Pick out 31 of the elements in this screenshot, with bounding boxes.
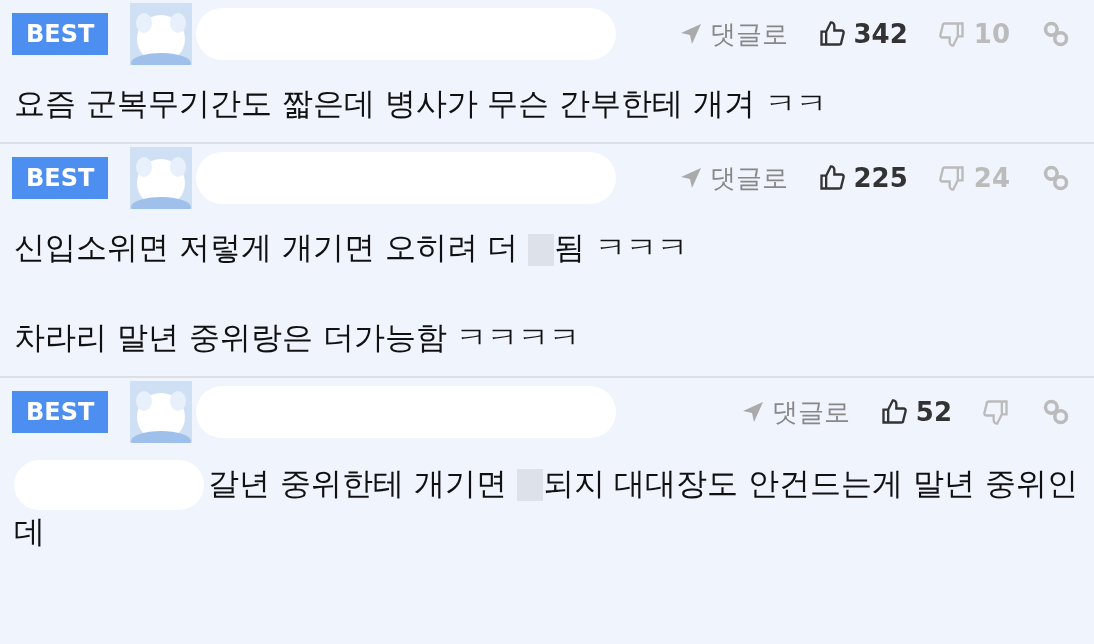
like-button[interactable]: 52 bbox=[879, 392, 952, 432]
thumbs-up-icon bbox=[817, 20, 846, 48]
like-button[interactable]: 342 bbox=[817, 14, 908, 54]
best-badge: BEST bbox=[12, 13, 109, 55]
thumbs-down-icon bbox=[982, 398, 1010, 426]
best-badge: BEST bbox=[12, 391, 109, 433]
link-button[interactable] bbox=[1042, 164, 1070, 192]
dislike-button[interactable]: 10 bbox=[937, 14, 1010, 54]
thumbs-down-icon bbox=[937, 20, 966, 48]
comment-text: 요즘 군복무기간도 짧은데 병사가 무슨 간부한테 개겨 ㅋㅋ bbox=[14, 84, 828, 123]
link-icon bbox=[1042, 164, 1070, 192]
comment-text: 차라리 말년 중위랑은 더가능함 ㅋㅋㅋㅋ bbox=[14, 318, 582, 357]
arrow-icon bbox=[679, 23, 702, 45]
best-badge: BEST bbox=[12, 157, 109, 199]
link-icon bbox=[1042, 398, 1070, 426]
link-button[interactable] bbox=[1042, 20, 1070, 48]
arrow-icon bbox=[741, 401, 764, 423]
reply-link[interactable]: 댓글로 bbox=[679, 158, 788, 198]
dislike-button[interactable] bbox=[982, 398, 1010, 426]
arrow-icon bbox=[679, 167, 702, 189]
link-icon bbox=[1042, 20, 1070, 48]
like-button[interactable]: 225 bbox=[817, 158, 908, 198]
thumbs-down-icon bbox=[937, 164, 966, 192]
link-button[interactable] bbox=[1042, 398, 1070, 426]
thumbs-up-icon bbox=[879, 398, 908, 426]
dislike-button[interactable]: 24 bbox=[937, 158, 1010, 198]
reply-link[interactable]: 댓글로 bbox=[741, 392, 850, 432]
comment-text: 신입소위면 저렇게 개기면 오히려 더 됨 ㅋㅋㅋ bbox=[14, 228, 690, 268]
comment-text: 갈년 중위한테 개기면 되지 대대장도 안건드는게 말년 중위인데 bbox=[14, 460, 1080, 552]
reply-link[interactable]: 댓글로 bbox=[679, 14, 788, 54]
thumbs-up-icon bbox=[817, 164, 846, 192]
